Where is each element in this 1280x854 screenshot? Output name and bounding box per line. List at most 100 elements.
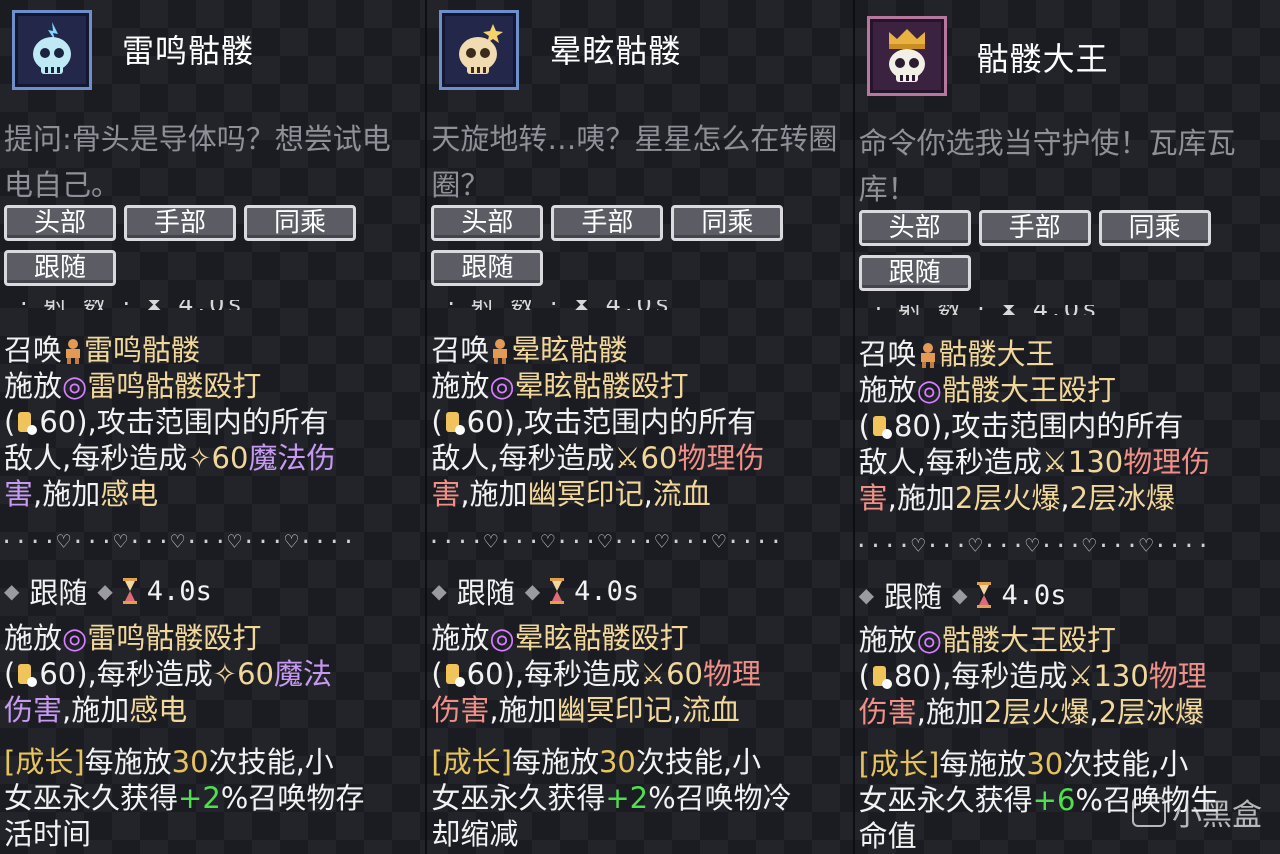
skill-ring-icon: ◎ [916,373,942,407]
cast-line-1: 施放◎骷髅大王殴打 [858,373,1116,407]
companion-card-dizzy-skull: 晕眩骷髅 天旋地转…咦？星星怎么在转圈圈？ 头部 手部 同乘 跟随 · 射 数 … [425,0,852,854]
diamond-icon: ◆ [858,583,875,607]
magic-damage-icon: ✧ [212,657,238,691]
follow-effect-line: 伤害,施加幽冥印记,流血 [431,693,740,727]
companion-name: 雷鸣骷髅 [122,32,255,70]
slot-tags: 头部 手部 同乘 跟随 [4,205,404,286]
heybox-logo-icon [1131,797,1166,827]
diamond-icon: ◆ [952,583,968,607]
dizzy-skull-portrait [439,10,520,90]
damage-line: 敌人,每秒造成⚔130物理伤 [858,445,1211,479]
companion-card-thunder-skull: 雷鸣骷髅 提问:骨头是导体吗？想尝试电电自己。 头部 手部 同乘 跟随 · 射 … [0,0,425,854]
clipped-stat-line: · 射 数 · ⧗ 4.0s [427,300,852,310]
physical-damage-icon: ⚔ [1067,659,1094,693]
dizzy-skull-icon [459,24,504,74]
effect-line: 害,施加感电 [4,477,159,511]
growth-line-1: [成长]每施放30次技能,小 [431,745,762,779]
follow-mode-row: ◆ 跟随 ◆ 4.0s [431,575,640,611]
scroll-stat-icon [445,412,465,435]
scroll-stat-icon [872,666,892,689]
growth-line-3: 活时间 [4,817,92,851]
scroll-stat-icon [445,664,465,687]
hourglass-icon [550,578,565,604]
scroll-stat-icon [18,412,38,435]
scroll-stat-icon [18,664,38,687]
companion-name: 骷髅大王 [976,40,1109,78]
slot-tags: 头部 手部 同乘 跟随 [431,205,831,286]
physical-damage-icon: ⚔ [614,441,641,475]
heart-separator: ····♡···♡···♡···♡···♡···· [0,530,357,555]
tag-head-button[interactable]: 头部 [4,205,116,241]
tag-follow-button[interactable]: 跟随 [431,250,544,286]
diamond-icon: ◆ [97,579,113,603]
attack-range-line: (60),攻击范围内的所有 [431,405,757,439]
tag-hand-button[interactable]: 手部 [978,210,1091,246]
clipped-stat-line: · 射 数 · ⧗ 4.0s [0,300,425,310]
tag-head-button[interactable]: 头部 [431,205,544,241]
follow-effect-line: 伤害,施加2层火爆,2层冰爆 [858,695,1205,729]
damage-line: 敌人,每秒造成⚔60物理伤 [431,441,765,475]
tag-follow-button[interactable]: 跟随 [4,250,116,286]
companion-panels: 雷鸣骷髅 提问:骨头是导体吗？想尝试电电自己。 头部 手部 同乘 跟随 · 射 … [0,0,1280,854]
heart-separator: ····♡···♡···♡···♡···♡···· [854,534,1211,559]
summon-line: 召唤 骷髅大王 [858,337,1055,371]
companion-quote: 提问:骨头是导体吗？想尝试电电自己。 [4,122,391,202]
companion-card-skull-king: 骷髅大王 命令你选我当守护使！瓦库瓦库！ 头部 手部 同乘 跟随 · 射 数 ·… [852,0,1280,854]
diamond-icon: ◆ [4,579,20,603]
follow-mode-row: ◆ 跟随 ◆ 4.0s [858,579,1067,615]
summon-figure-icon [493,339,508,364]
tag-head-button[interactable]: 头部 [858,210,971,246]
hourglass-icon [977,582,992,608]
tag-ride-button[interactable]: 同乘 [671,205,784,241]
summon-figure-icon [66,339,81,364]
follow-damage-line: (60),每秒造成✧60魔法 [4,657,333,691]
skill-ring-icon: ◎ [489,621,515,655]
attack-range-line: (60),攻击范围内的所有 [4,405,329,439]
growth-line-3: 却缩减 [431,817,519,851]
cast-line-2: 施放◎雷鸣骷髅殴打 [4,621,262,655]
diamond-icon: ◆ [431,579,447,603]
magic-damage-icon: ✧ [187,441,212,475]
skill-ring-icon: ◎ [489,369,515,403]
skill-ring-icon: ◎ [62,369,88,403]
cast-line-1: 施放◎雷鸣骷髅殴打 [4,369,262,403]
growth-line-1: [成长]每施放30次技能,小 [858,747,1189,781]
growth-line-1: [成长]每施放30次技能,小 [4,745,334,779]
cast-line-2: 施放◎骷髅大王殴打 [858,623,1116,657]
diamond-icon: ◆ [524,579,541,603]
hourglass-icon [122,578,137,604]
follow-effect-line: 伤害,施加感电 [4,693,188,727]
watermark: 小黑盒 [1131,790,1262,834]
skill-ring-icon: ◎ [916,623,942,657]
tag-follow-button[interactable]: 跟随 [858,255,971,291]
skill-ring-icon: ◎ [62,621,88,655]
skull-king-portrait [866,16,947,96]
clipped-stat-line: · 射 数 · ⧗ 4.0s [855,305,1280,315]
slot-tags: 头部 手部 同乘 跟随 [858,210,1259,291]
growth-line-2: 女巫永久获得+2%召唤物冷 [431,781,792,815]
damage-line: 敌人,每秒造成✧60魔法伤 [4,441,336,475]
companion-quote: 命令你选我当守护使！瓦库瓦库！ [858,126,1236,206]
follow-mode-row: ◆ 跟随 ◆ 4.0s [4,575,212,611]
physical-damage-icon: ⚔ [1041,445,1068,479]
thunder-skull-icon [33,22,71,74]
tag-hand-button[interactable]: 手部 [551,205,664,241]
effect-line: 害,施加2层火爆,2层冰爆 [858,481,1176,515]
thunder-skull-portrait [12,10,92,90]
effect-line: 害,施加幽冥印记,流血 [431,477,711,511]
summon-figure-icon [920,343,935,368]
physical-damage-icon: ⚔ [640,657,667,691]
tag-ride-button[interactable]: 同乘 [1098,210,1211,246]
tag-ride-button[interactable]: 同乘 [244,205,356,241]
companion-name: 晕眩骷髅 [549,32,682,70]
companion-quote: 天旋地转…咦？星星怎么在转圈圈？ [431,122,838,202]
skull-king-icon [888,29,925,82]
heart-separator: ····♡···♡···♡···♡···♡···· [427,530,784,555]
follow-damage-line: (80),每秒造成⚔130物理 [858,659,1207,693]
cast-line-1: 施放◎晕眩骷髅殴打 [431,369,689,403]
attack-range-line: (80),攻击范围内的所有 [858,409,1184,443]
follow-damage-line: (60),每秒造成⚔60物理 [431,657,762,691]
tag-hand-button[interactable]: 手部 [124,205,236,241]
summon-line: 召唤 雷鸣骷髅 [4,333,201,367]
summon-line: 召唤 晕眩骷髅 [431,333,628,367]
